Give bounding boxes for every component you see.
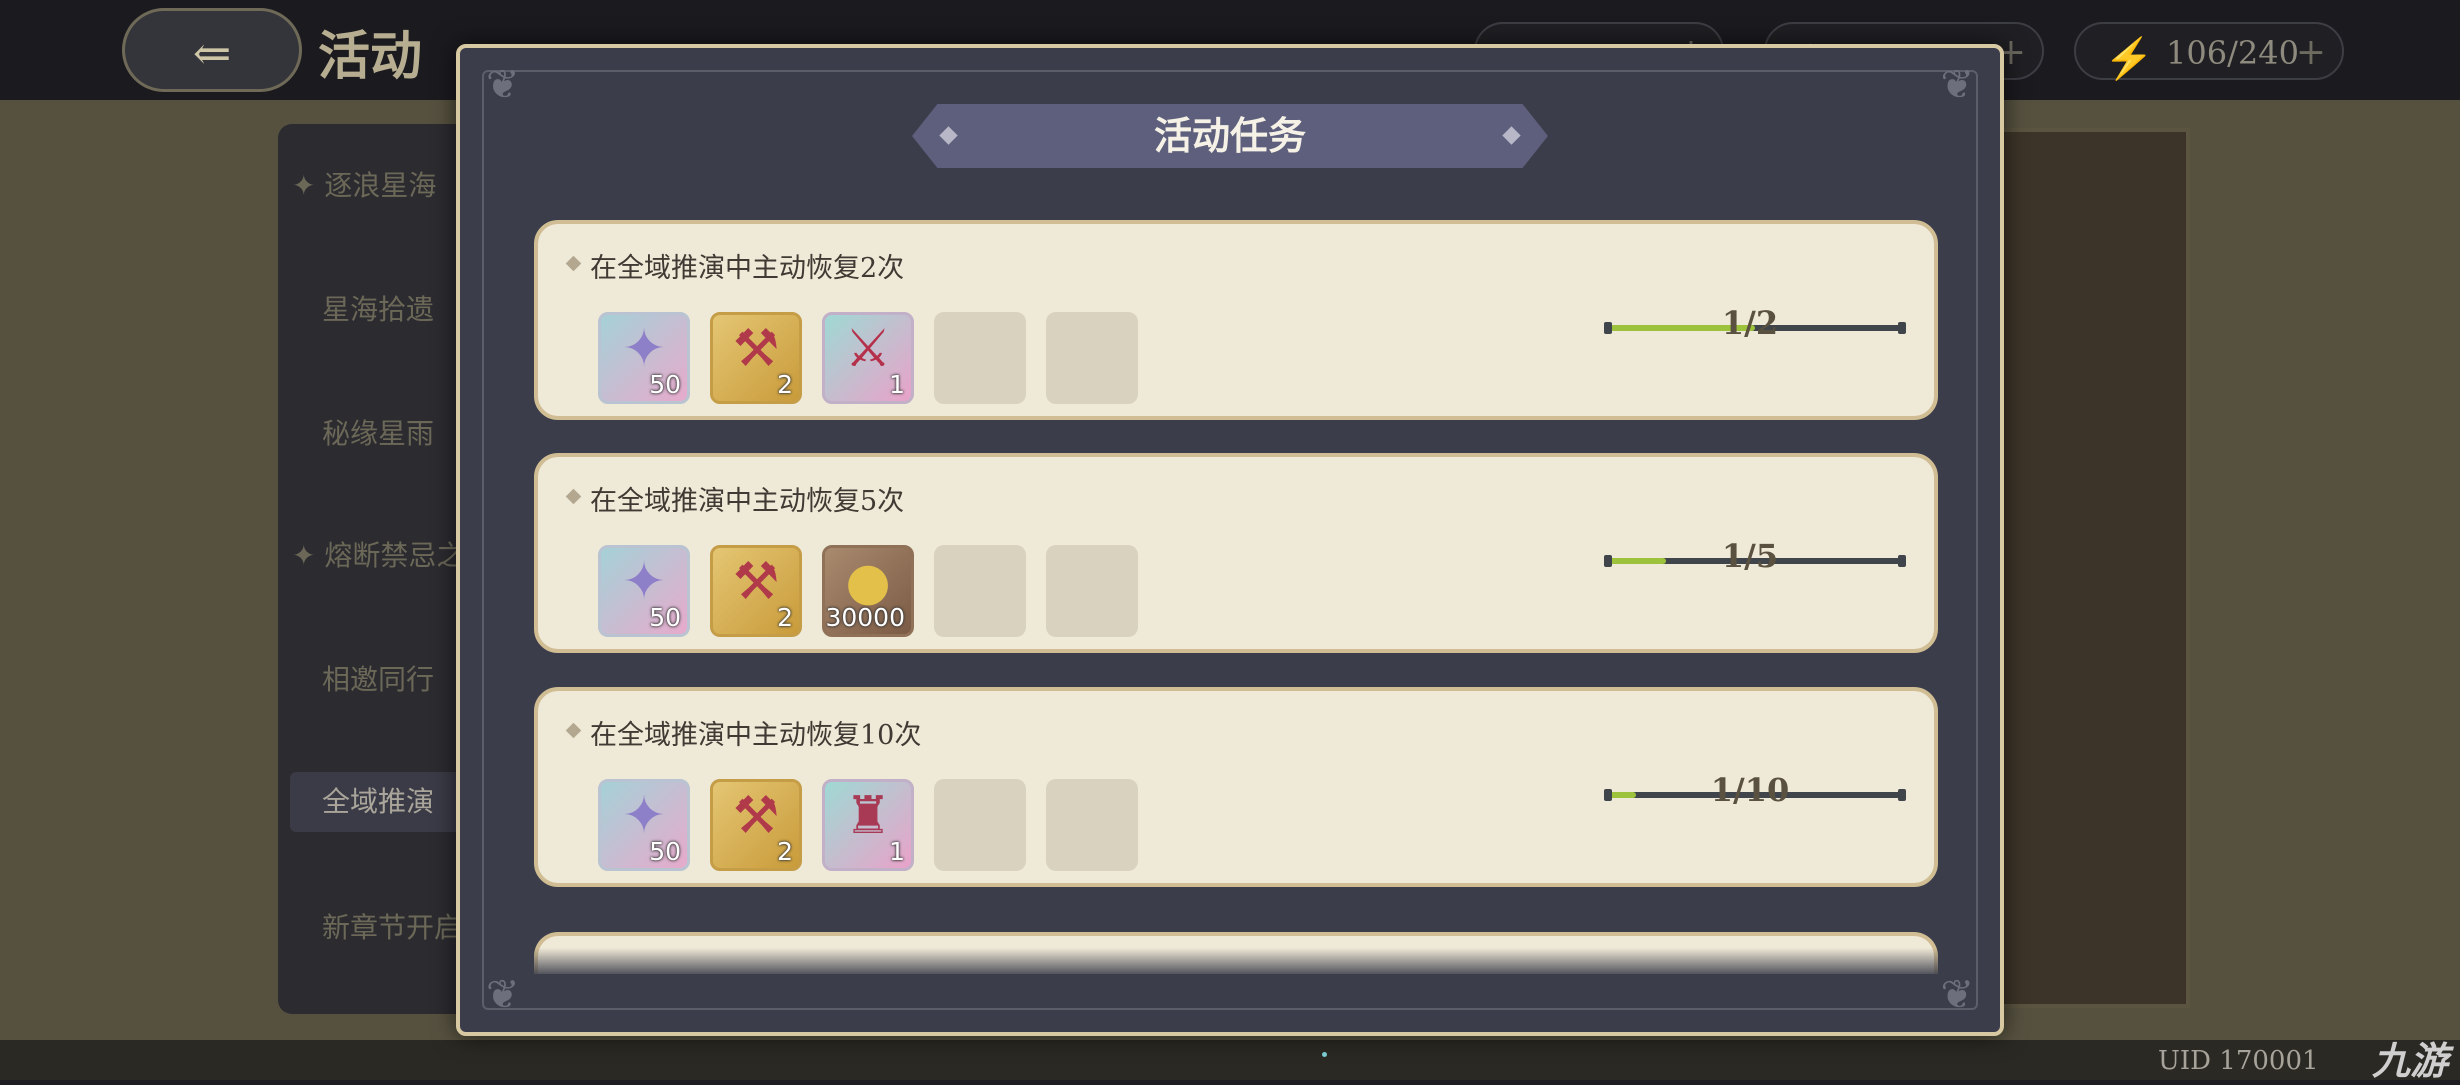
plus-icon[interactable]: + — [2296, 24, 2326, 82]
sidebar-item-active[interactable]: 全域推演 — [290, 772, 480, 832]
progress-text: 1/2 — [1721, 304, 1779, 342]
sidebar-item[interactable]: 相邀同行 — [278, 650, 478, 710]
reward-item[interactable]: ⚒ 2 — [710, 312, 802, 404]
modal-title-plate: 活动任务 — [912, 104, 1548, 168]
task-card: 在全域推演中主动恢复5次 ✦ 50 ⚒ 2 ● 30000 1/5 — [534, 453, 1938, 653]
empty-reward-slot — [1046, 779, 1138, 871]
resource-stamina[interactable]: ⚡ 106/240 + — [2074, 22, 2344, 82]
task-title: 在全域推演中主动恢复5次 — [590, 486, 905, 517]
task-title: 在全域推演中主动恢复2次 — [590, 253, 905, 284]
bar-cap — [1604, 789, 1612, 801]
ornament-icon: ❦ — [486, 62, 520, 108]
reward-count: 1 — [889, 370, 905, 399]
task-card: 在全域推演中主动恢复2次 ✦ 50 ⚒ 2 ⚔ 1 1/2 — [534, 220, 1938, 420]
stamina-value: 106/240 — [2166, 34, 2299, 72]
task-modal: ❦ ❦ ❦ ❦ 活动任务 在全域推演中主动恢复2次 ✦ 50 ⚒ 2 ⚔ 1 1/2 … — [456, 44, 2004, 1036]
reward-count: 2 — [777, 837, 793, 866]
uid-label: UID 170001 — [2158, 1046, 2319, 1076]
empty-reward-slot — [934, 312, 1026, 404]
modal-title: 活动任务 — [1153, 113, 1306, 158]
diamond-icon — [565, 488, 582, 505]
scroll-fade — [534, 948, 1938, 978]
sidebar-item[interactable]: 秘缘星雨 — [278, 404, 478, 464]
diamond-icon — [565, 722, 582, 739]
empty-reward-slot — [934, 779, 1026, 871]
empty-reward-slot — [1046, 545, 1138, 637]
diamond-icon — [565, 255, 582, 272]
back-arrow-icon: ⇐ — [192, 26, 232, 80]
ornament-icon: ❦ — [1940, 972, 1974, 1018]
sidebar-item[interactable]: 星海拾遗 — [278, 280, 478, 340]
back-button[interactable]: ⇐ — [122, 8, 302, 92]
reward-count: 2 — [777, 603, 793, 632]
reward-count: 30000 — [825, 603, 905, 632]
ornament-icon: ❦ — [1940, 62, 1974, 108]
empty-reward-slot — [934, 545, 1026, 637]
task-card: 在全域推演中主动恢复10次 ✦ 50 ⚒ 2 ♜ 1 1/10 — [534, 687, 1938, 887]
reward-count: 50 — [649, 603, 681, 632]
reward-item[interactable]: ⚒ 2 — [710, 545, 802, 637]
reward-item[interactable]: ✦ 50 — [598, 312, 690, 404]
lightning-icon: ⚡ — [2104, 36, 2154, 82]
reward-count: 50 — [649, 370, 681, 399]
reward-item[interactable]: ✦ 50 — [598, 779, 690, 871]
reward-item[interactable]: ● 30000 — [822, 545, 914, 637]
progress-text: 1/10 — [1710, 771, 1790, 809]
reward-count: 50 — [649, 837, 681, 866]
bar-cap — [1898, 322, 1906, 334]
bar-cap — [1898, 789, 1906, 801]
empty-reward-slot — [1046, 312, 1138, 404]
ornament-icon: ❦ — [486, 972, 520, 1018]
sidebar-item[interactable]: 新章节开启 — [278, 898, 478, 958]
reward-count: 1 — [889, 837, 905, 866]
reward-item[interactable]: ✦ 50 — [598, 545, 690, 637]
task-title: 在全域推演中主动恢复10次 — [590, 720, 922, 751]
progress-text: 1/5 — [1721, 537, 1779, 575]
watermark-logo: 九游 — [2372, 1038, 2449, 1083]
sidebar-group-header[interactable]: ✦ 熔断禁忌之 — [278, 526, 478, 586]
bar-cap — [1898, 555, 1906, 567]
reward-count: 2 — [777, 370, 793, 399]
sidebar-group-header[interactable]: ✦ 逐浪星海 — [278, 156, 478, 216]
progress-fill — [1606, 558, 1666, 564]
reward-item[interactable]: ♜ 1 — [822, 779, 914, 871]
bar-cap — [1604, 322, 1612, 334]
reward-item[interactable]: ⚔ 1 — [822, 312, 914, 404]
bar-cap — [1604, 555, 1612, 567]
indicator-dot — [1322, 1052, 1327, 1057]
reward-item[interactable]: ⚒ 2 — [710, 779, 802, 871]
page-title: 活动 — [318, 26, 423, 87]
event-art-panel — [2000, 128, 2190, 1008]
sidebar: ✦ 逐浪星海 星海拾遗 秘缘星雨 ✦ 熔断禁忌之 相邀同行 全域推演 新章节开启 — [278, 124, 480, 1014]
